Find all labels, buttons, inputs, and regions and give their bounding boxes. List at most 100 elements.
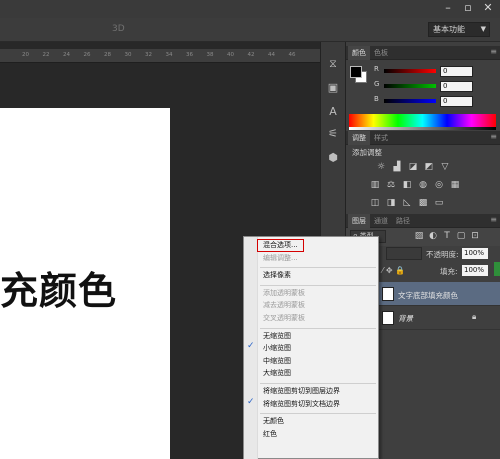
menu-item[interactable]: 将缩览图剪切到图层边界 [263, 386, 340, 396]
menu-item[interactable]: 大缩览图 [263, 368, 291, 378]
blend-mode-select[interactable] [386, 247, 422, 260]
channel-value-input[interactable]: 0 [440, 66, 473, 77]
ruler-tick-label: 24 [63, 52, 70, 58]
channel-value-input[interactable]: 0 [440, 81, 473, 92]
menu-item[interactable]: 将缩览图剪切到文档边界 [263, 399, 340, 409]
layer-name[interactable]: 背景 [398, 313, 413, 324]
color-spectrum[interactable] [349, 114, 496, 127]
restore-button[interactable]: ▫ [458, 0, 478, 16]
menu-separator [260, 383, 376, 384]
type-filter-icon[interactable]: T [442, 231, 452, 241]
adjustment-filter-icon[interactable]: ◐ [428, 231, 438, 241]
ruler-tick-label: 40 [227, 52, 234, 58]
checkmark-icon: ✓ [247, 341, 255, 352]
fill-label: 填充: [440, 267, 458, 276]
tab-color[interactable]: 颜色 [348, 46, 370, 60]
curves-icon[interactable]: ◪ [408, 162, 418, 172]
channel-label: R [374, 65, 379, 73]
ruler-tick-label: 34 [165, 52, 173, 58]
ruler-tick-label: 38 [206, 52, 214, 58]
tab-styles[interactable]: 样式 [370, 131, 392, 145]
ruler-tick-label: 28 [104, 52, 111, 58]
layers-scroll-indicator [494, 262, 500, 276]
layer-thumbnail[interactable] [382, 287, 394, 301]
menu-item: 编辑调整... [263, 253, 298, 262]
menu-item[interactable]: 小缩览图 [263, 343, 291, 353]
threshold-icon[interactable]: ◺ [402, 198, 412, 208]
posterize-icon[interactable]: ◨ [386, 198, 396, 208]
character-icon[interactable]: A [327, 106, 339, 118]
selective-color-icon[interactable]: ▩ [418, 198, 428, 208]
menu-item[interactable]: 无缩览图 [263, 331, 291, 341]
panel-menu-icon[interactable]: ≡ [490, 47, 497, 56]
photo-filter-icon[interactable]: ◍ [418, 180, 428, 190]
lock-options[interactable]: ⁄ ✥ 🔒 [382, 266, 405, 275]
3d-icon[interactable]: ⬢ [327, 152, 339, 164]
menu-item: 添加透明蒙板 [263, 288, 305, 297]
lock-icon: 🔒︎ [472, 312, 477, 321]
channel-slider[interactable] [384, 84, 436, 88]
tab-channels[interactable]: 通道 [370, 214, 392, 228]
menu-separator [260, 267, 376, 269]
vibrance-icon[interactable]: ▽ [440, 162, 450, 172]
chevron-down-icon: ▼ [480, 25, 486, 33]
shape-filter-icon[interactable]: ▢ [456, 231, 466, 241]
close-button[interactable]: ✕ [478, 0, 498, 16]
actions-icon[interactable]: ▣ [327, 82, 339, 94]
black-white-icon[interactable]: ◧ [402, 180, 412, 190]
ruler-tick-label: 46 [288, 52, 296, 58]
menu-item[interactable]: 中缩览图 [263, 356, 291, 366]
menu-item[interactable]: 选择像素 [263, 270, 291, 280]
exposure-icon[interactable]: ◩ [424, 162, 434, 172]
channel-value-input[interactable]: 0 [440, 96, 473, 107]
highlight-box [257, 239, 304, 252]
ruler-tick-label: 20 [22, 52, 29, 58]
smart-object-filter-icon[interactable]: ⊡ [470, 231, 480, 241]
tab-adjustments[interactable]: 调整 [348, 131, 370, 145]
menu-item: 交叉透明蒙板 [263, 314, 305, 322]
workspace-select-value: 基本功能 [433, 25, 465, 34]
menu-separator [260, 284, 376, 286]
gradient-map-icon[interactable]: ▭ [434, 198, 444, 208]
brush-presets-icon[interactable]: ⚟ [327, 128, 339, 140]
3d-mode-label[interactable]: 3D [112, 24, 125, 34]
pixel-filter-icon[interactable]: ▨ [414, 231, 424, 241]
adjustments-panel-tabs: 调整 样式 ≡ [346, 131, 500, 145]
history-icon[interactable]: ⧖ [327, 58, 339, 70]
color-balance-icon[interactable]: ⚖ [386, 180, 396, 190]
hue-saturation-icon[interactable]: ▥ [370, 180, 380, 190]
ruler-tick-label: 22 [42, 52, 50, 58]
channel-slider[interactable] [384, 69, 436, 73]
menu-item[interactable]: 无颜色 [263, 416, 284, 426]
opacity-label: 不透明度: [426, 250, 459, 259]
tab-paths[interactable]: 路径 [392, 214, 414, 228]
menu-item[interactable]: 红色 [263, 429, 277, 439]
foreground-color-swatch[interactable] [350, 66, 362, 78]
panel-menu-icon[interactable]: ≡ [490, 132, 497, 141]
opacity-input[interactable]: 100% [462, 248, 488, 259]
panel-menu-icon[interactable]: ≡ [490, 215, 497, 224]
channel-label: G [374, 80, 380, 88]
levels-icon[interactable]: ▟ [392, 162, 402, 172]
ruler-tick-label: 30 [124, 52, 132, 58]
add-adjustment-label: 添加调整 [352, 148, 382, 157]
tab-layers[interactable]: 图层 [348, 214, 370, 228]
minimize-button[interactable]: – [438, 0, 458, 16]
fill-input[interactable]: 100% [462, 265, 488, 276]
channel-label: B [374, 95, 379, 103]
layer-thumbnail[interactable] [382, 311, 394, 325]
invert-icon[interactable]: ◫ [370, 198, 380, 208]
title-bar [0, 0, 500, 18]
ruler-tick-label: 42 [247, 52, 255, 58]
color-panel-tabs: 颜色 色板 ≡ [346, 46, 500, 60]
layer-name[interactable]: 文字底部填充颜色 [398, 290, 458, 301]
channel-slider[interactable] [384, 99, 436, 103]
tab-swatches[interactable]: 色板 [370, 46, 392, 60]
color-lookup-icon[interactable]: ▦ [450, 180, 460, 190]
brightness-icon[interactable]: ☼ [376, 162, 386, 172]
layer-row[interactable] [378, 306, 500, 330]
menu-item: 减去透明蒙板 [263, 301, 305, 310]
color-ramp-grayscale[interactable] [349, 127, 496, 130]
workspace-select[interactable]: 基本功能 ▼ [428, 22, 490, 37]
channel-mixer-icon[interactable]: ◎ [434, 180, 444, 190]
